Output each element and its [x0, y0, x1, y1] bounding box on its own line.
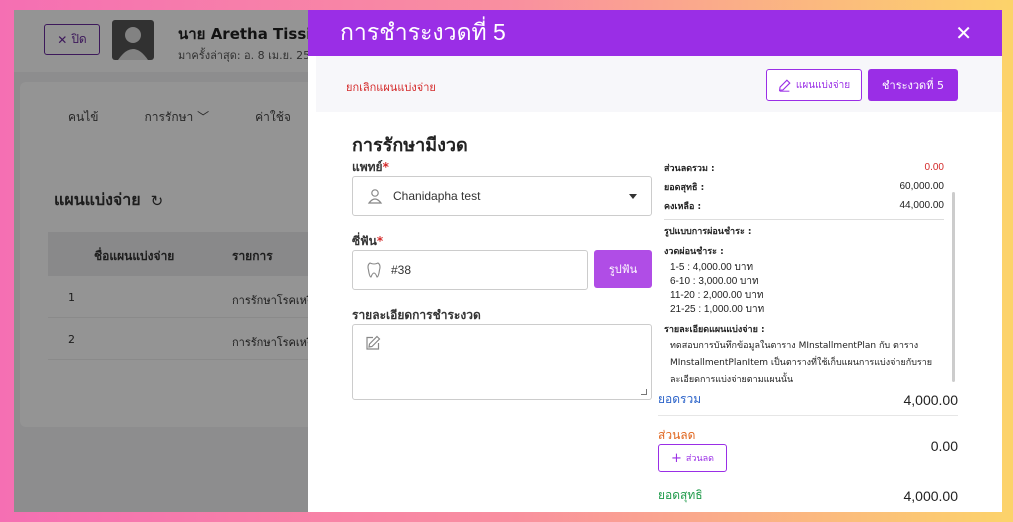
summary-scrollbar[interactable]: [952, 192, 955, 382]
summary-remaining: คงเหลือ : 44,000.00: [664, 200, 944, 212]
plan-detail-label: รายละเอียดแผนแบ่งจ่าย :: [664, 325, 765, 335]
modal-header: การชำระงวดที่ 5 ✕: [308, 10, 1002, 56]
cancel-plan-link[interactable]: ยกเลิกแผนแบ่งจ่าย: [346, 78, 436, 96]
form-title: การรักษามีงวด: [352, 135, 468, 156]
summary-net: ยอดสุทธิ : 60,000.00: [664, 181, 944, 193]
edit-icon: [778, 78, 791, 92]
net-total-row: ยอดสุทธิ 4,000.00: [658, 487, 958, 504]
installment-line: 6-10 : 3,000.00 บาท: [670, 276, 759, 287]
payment-modal: การชำระงวดที่ 5 ✕ ยกเลิกแผนแบ่งจ่าย แผนแ…: [308, 10, 1002, 512]
installment-type-label: รูปแบบการผ่อนชำระ :: [664, 227, 752, 237]
installment-plan-button[interactable]: แผนแบ่งจ่าย: [766, 69, 862, 101]
pay-installment-button[interactable]: ชำระงวดที่ 5: [868, 69, 958, 101]
modal-title: การชำระงวดที่ 5: [340, 19, 506, 45]
close-icon[interactable]: ✕: [955, 21, 972, 45]
add-discount-button[interactable]: + ส่วนลด: [658, 444, 727, 472]
summary-discount-total: ส่วนลดรวม : 0.00: [664, 162, 944, 174]
tooth-chart-button[interactable]: รูปฟัน: [594, 250, 652, 288]
tooth-input[interactable]: #38: [352, 250, 588, 290]
discount-value: 0.00: [930, 438, 958, 454]
plan-summary: ส่วนลดรวม : 0.00 ยอดสุทธิ : 60,000.00 คง…: [664, 158, 944, 389]
doctor-label: แพทย์*: [352, 160, 389, 174]
installment-label: งวดผ่อนชำระ :: [664, 247, 724, 257]
plan-detail-text: ทดสอบการบันทึกข้อมูลในตาราง MInstallment…: [670, 341, 933, 385]
doctor-select[interactable]: Chanidapha test: [352, 176, 652, 216]
tooth-icon: [367, 262, 381, 278]
installment-line: 1-5 : 4,000.00 บาท: [670, 262, 754, 273]
installment-line: 11-20 : 2,000.00 บาท: [670, 290, 764, 301]
action-bar: ยกเลิกแผนแบ่งจ่าย แผนแบ่งจ่าย ชำระงวดที่…: [316, 56, 1002, 112]
detail-textarea[interactable]: [352, 324, 652, 400]
total-row: ยอดรวม 4,000.00: [658, 390, 958, 416]
edit-icon: [366, 335, 381, 350]
user-icon: [367, 189, 383, 204]
caret-down-icon: [629, 193, 637, 199]
detail-label: รายละเอียดการชำระงวด: [352, 308, 481, 322]
plus-icon: +: [671, 450, 682, 466]
resize-handle[interactable]: [641, 389, 647, 395]
tooth-label: ซี่ฟัน*: [352, 234, 384, 248]
installment-line: 21-25 : 1,000.00 บาท: [670, 304, 765, 315]
